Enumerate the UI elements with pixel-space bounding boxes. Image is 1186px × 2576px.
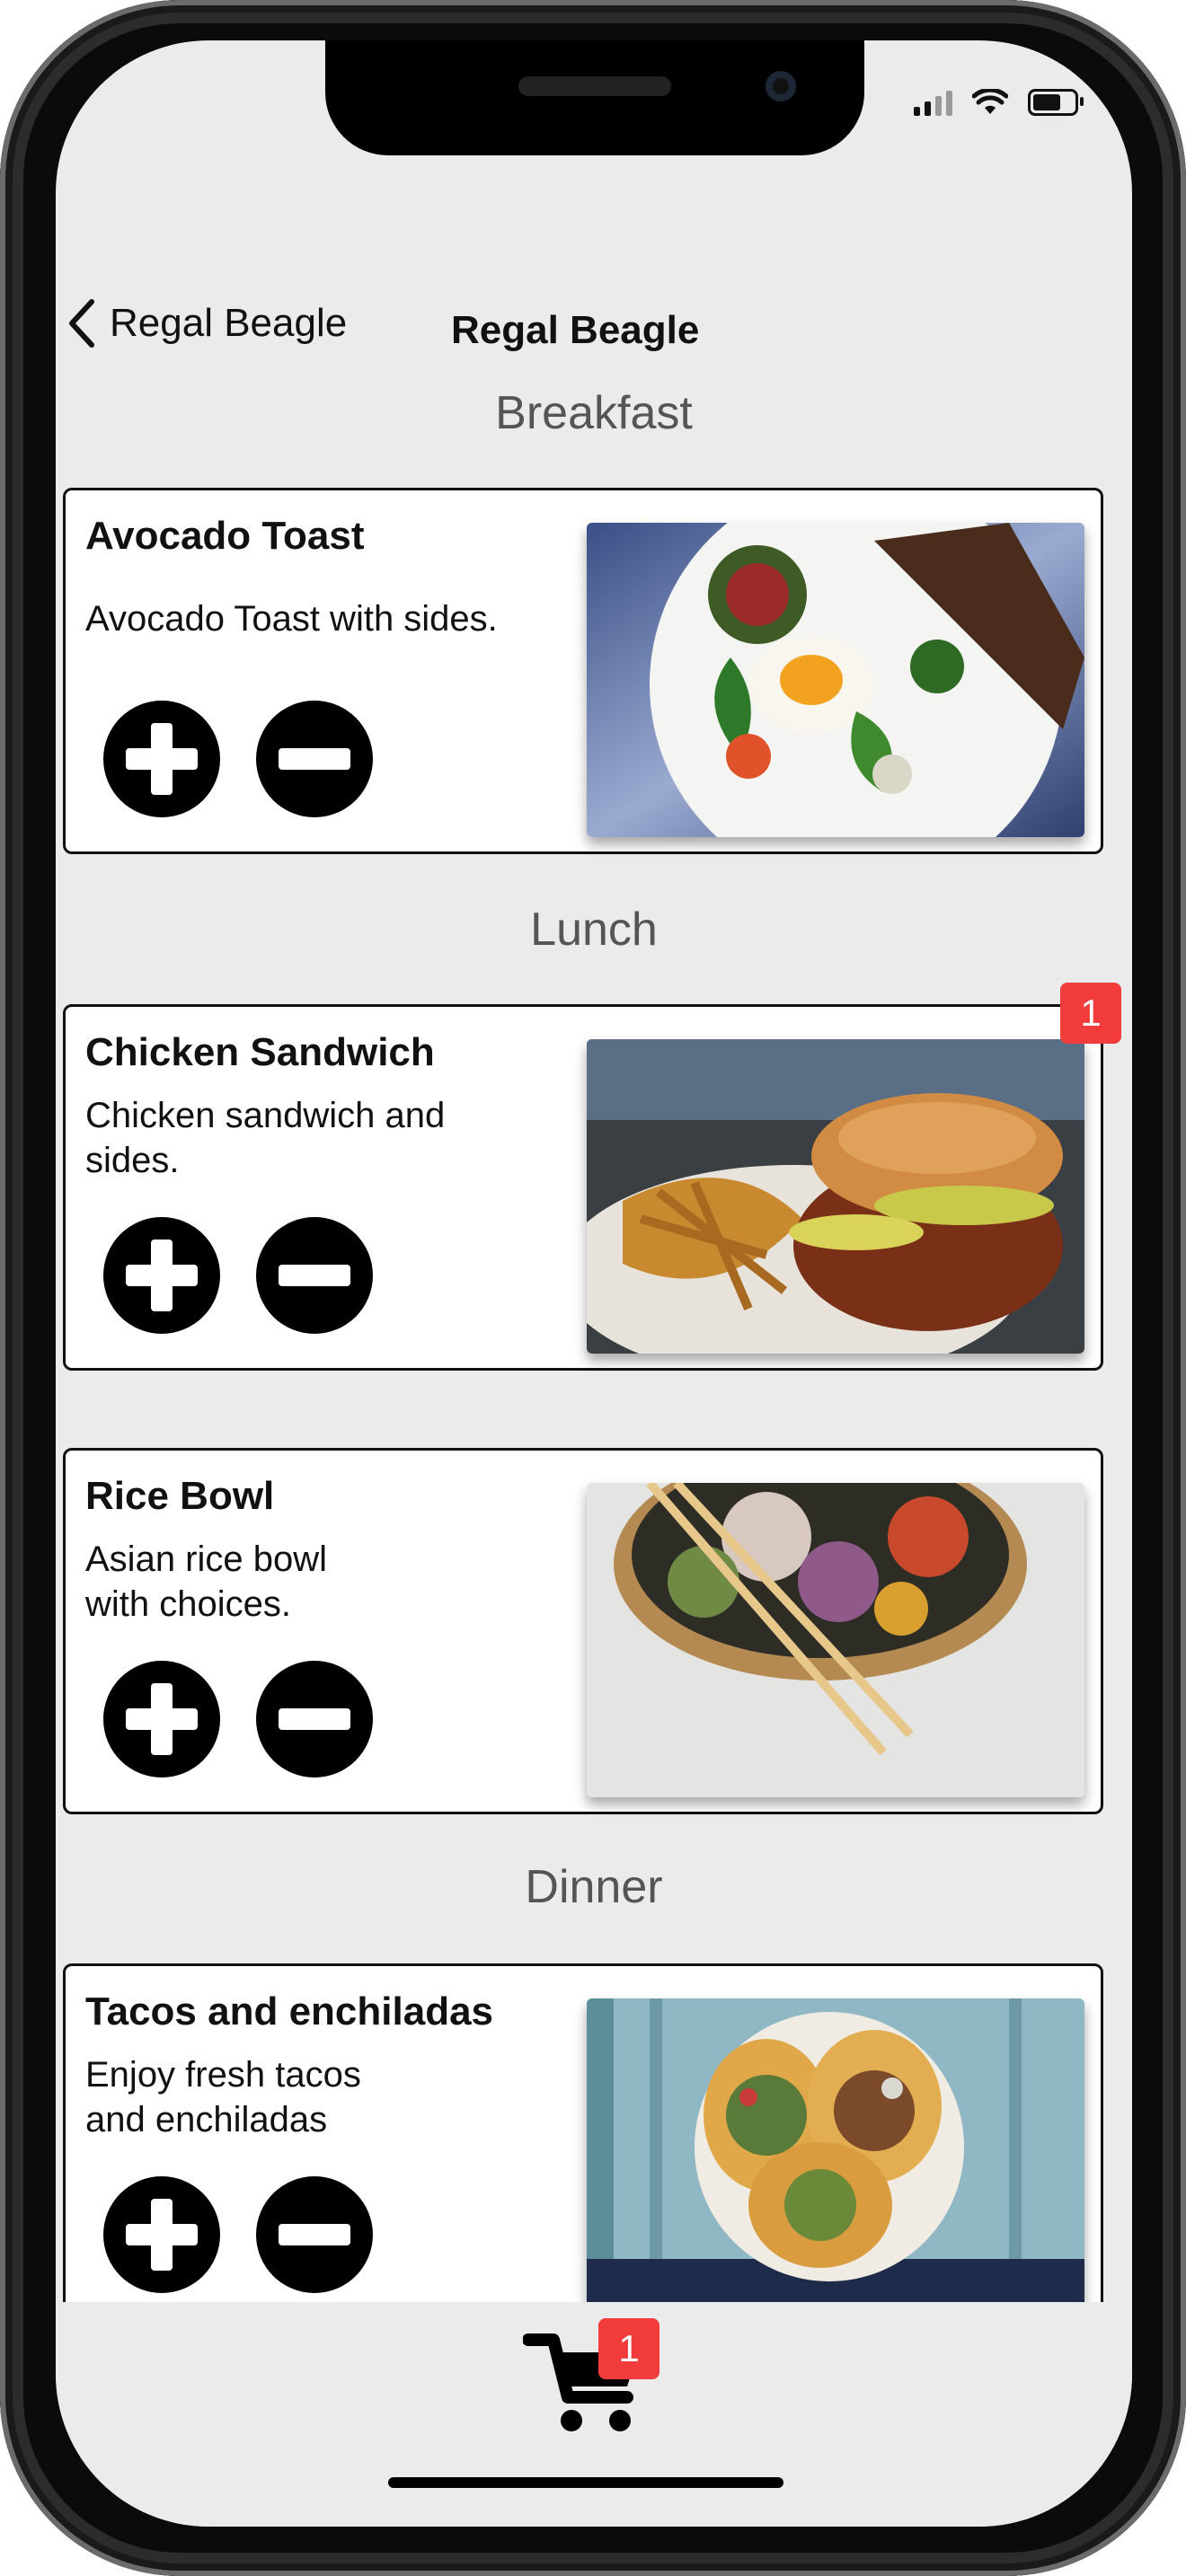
wifi-icon (972, 89, 1008, 114)
back-button-label: Regal Beagle (110, 301, 348, 345)
section-header-lunch: Lunch (530, 904, 658, 956)
item-title: Rice Bowl (85, 1474, 275, 1518)
cart-count-badge: 1 (598, 2318, 659, 2379)
menu-item-card: Rice Bowl Asian rice bowl with choices. (63, 1448, 1103, 1814)
section-header-dinner: Dinner (525, 1861, 663, 1913)
item-description: Chicken sandwich and sides. (85, 1096, 446, 1180)
menu-item-card: Chicken Sandwich Chicken sandwich and si… (63, 1004, 1103, 1371)
item-title: Chicken Sandwich (85, 1030, 435, 1074)
front-camera-icon (766, 71, 796, 101)
food-photo-chicken-sandwich (587, 1039, 1084, 1354)
phone-frame: Regal Beagle Regal Beagle Breakfast Avoc… (0, 0, 1186, 2576)
food-photo-rice-bowl (587, 1483, 1084, 1797)
item-description: Enjoy fresh tacos and enchiladas (85, 2055, 361, 2139)
cellular-signal-icon (914, 89, 952, 116)
item-description: Avocado Toast with sides. (85, 599, 498, 639)
food-photo-avocado-toast (587, 523, 1084, 837)
add-item-button[interactable] (103, 2176, 220, 2293)
item-title: Tacos and enchiladas (85, 1989, 494, 2033)
item-description: Asian rice bowl with choices. (85, 1539, 328, 1624)
item-title: Avocado Toast (85, 514, 365, 558)
page-title: Regal Beagle (451, 308, 700, 352)
add-item-button[interactable] (103, 1661, 220, 1778)
battery-icon (1028, 89, 1084, 116)
remove-item-button[interactable] (256, 2176, 373, 2293)
menu-item-card: Tacos and enchiladas Enjoy fresh tacos a… (63, 1963, 1103, 2330)
navigation-bar: Regal Beagle Regal Beagle (56, 283, 1132, 373)
speaker-grille (518, 76, 671, 96)
bottom-bar: 1 (56, 2302, 1132, 2527)
status-bar (914, 89, 1084, 116)
item-count-badge: 1 (1060, 983, 1121, 1044)
app-screen: Regal Beagle Regal Beagle Breakfast Avoc… (56, 40, 1132, 2527)
chevron-left-icon (69, 299, 94, 348)
add-item-button[interactable] (103, 1217, 220, 1334)
section-header-breakfast: Breakfast (495, 387, 693, 439)
food-photo-tacos (587, 1998, 1084, 2313)
remove-item-button[interactable] (256, 1217, 373, 1334)
menu-item-card: Avocado Toast Avocado Toast with sides. (63, 488, 1103, 854)
home-indicator (388, 2477, 783, 2488)
notch (325, 40, 864, 155)
remove-item-button[interactable] (256, 1661, 373, 1778)
back-button[interactable]: Regal Beagle (65, 296, 347, 350)
add-item-button[interactable] (103, 701, 220, 817)
remove-item-button[interactable] (256, 701, 373, 817)
